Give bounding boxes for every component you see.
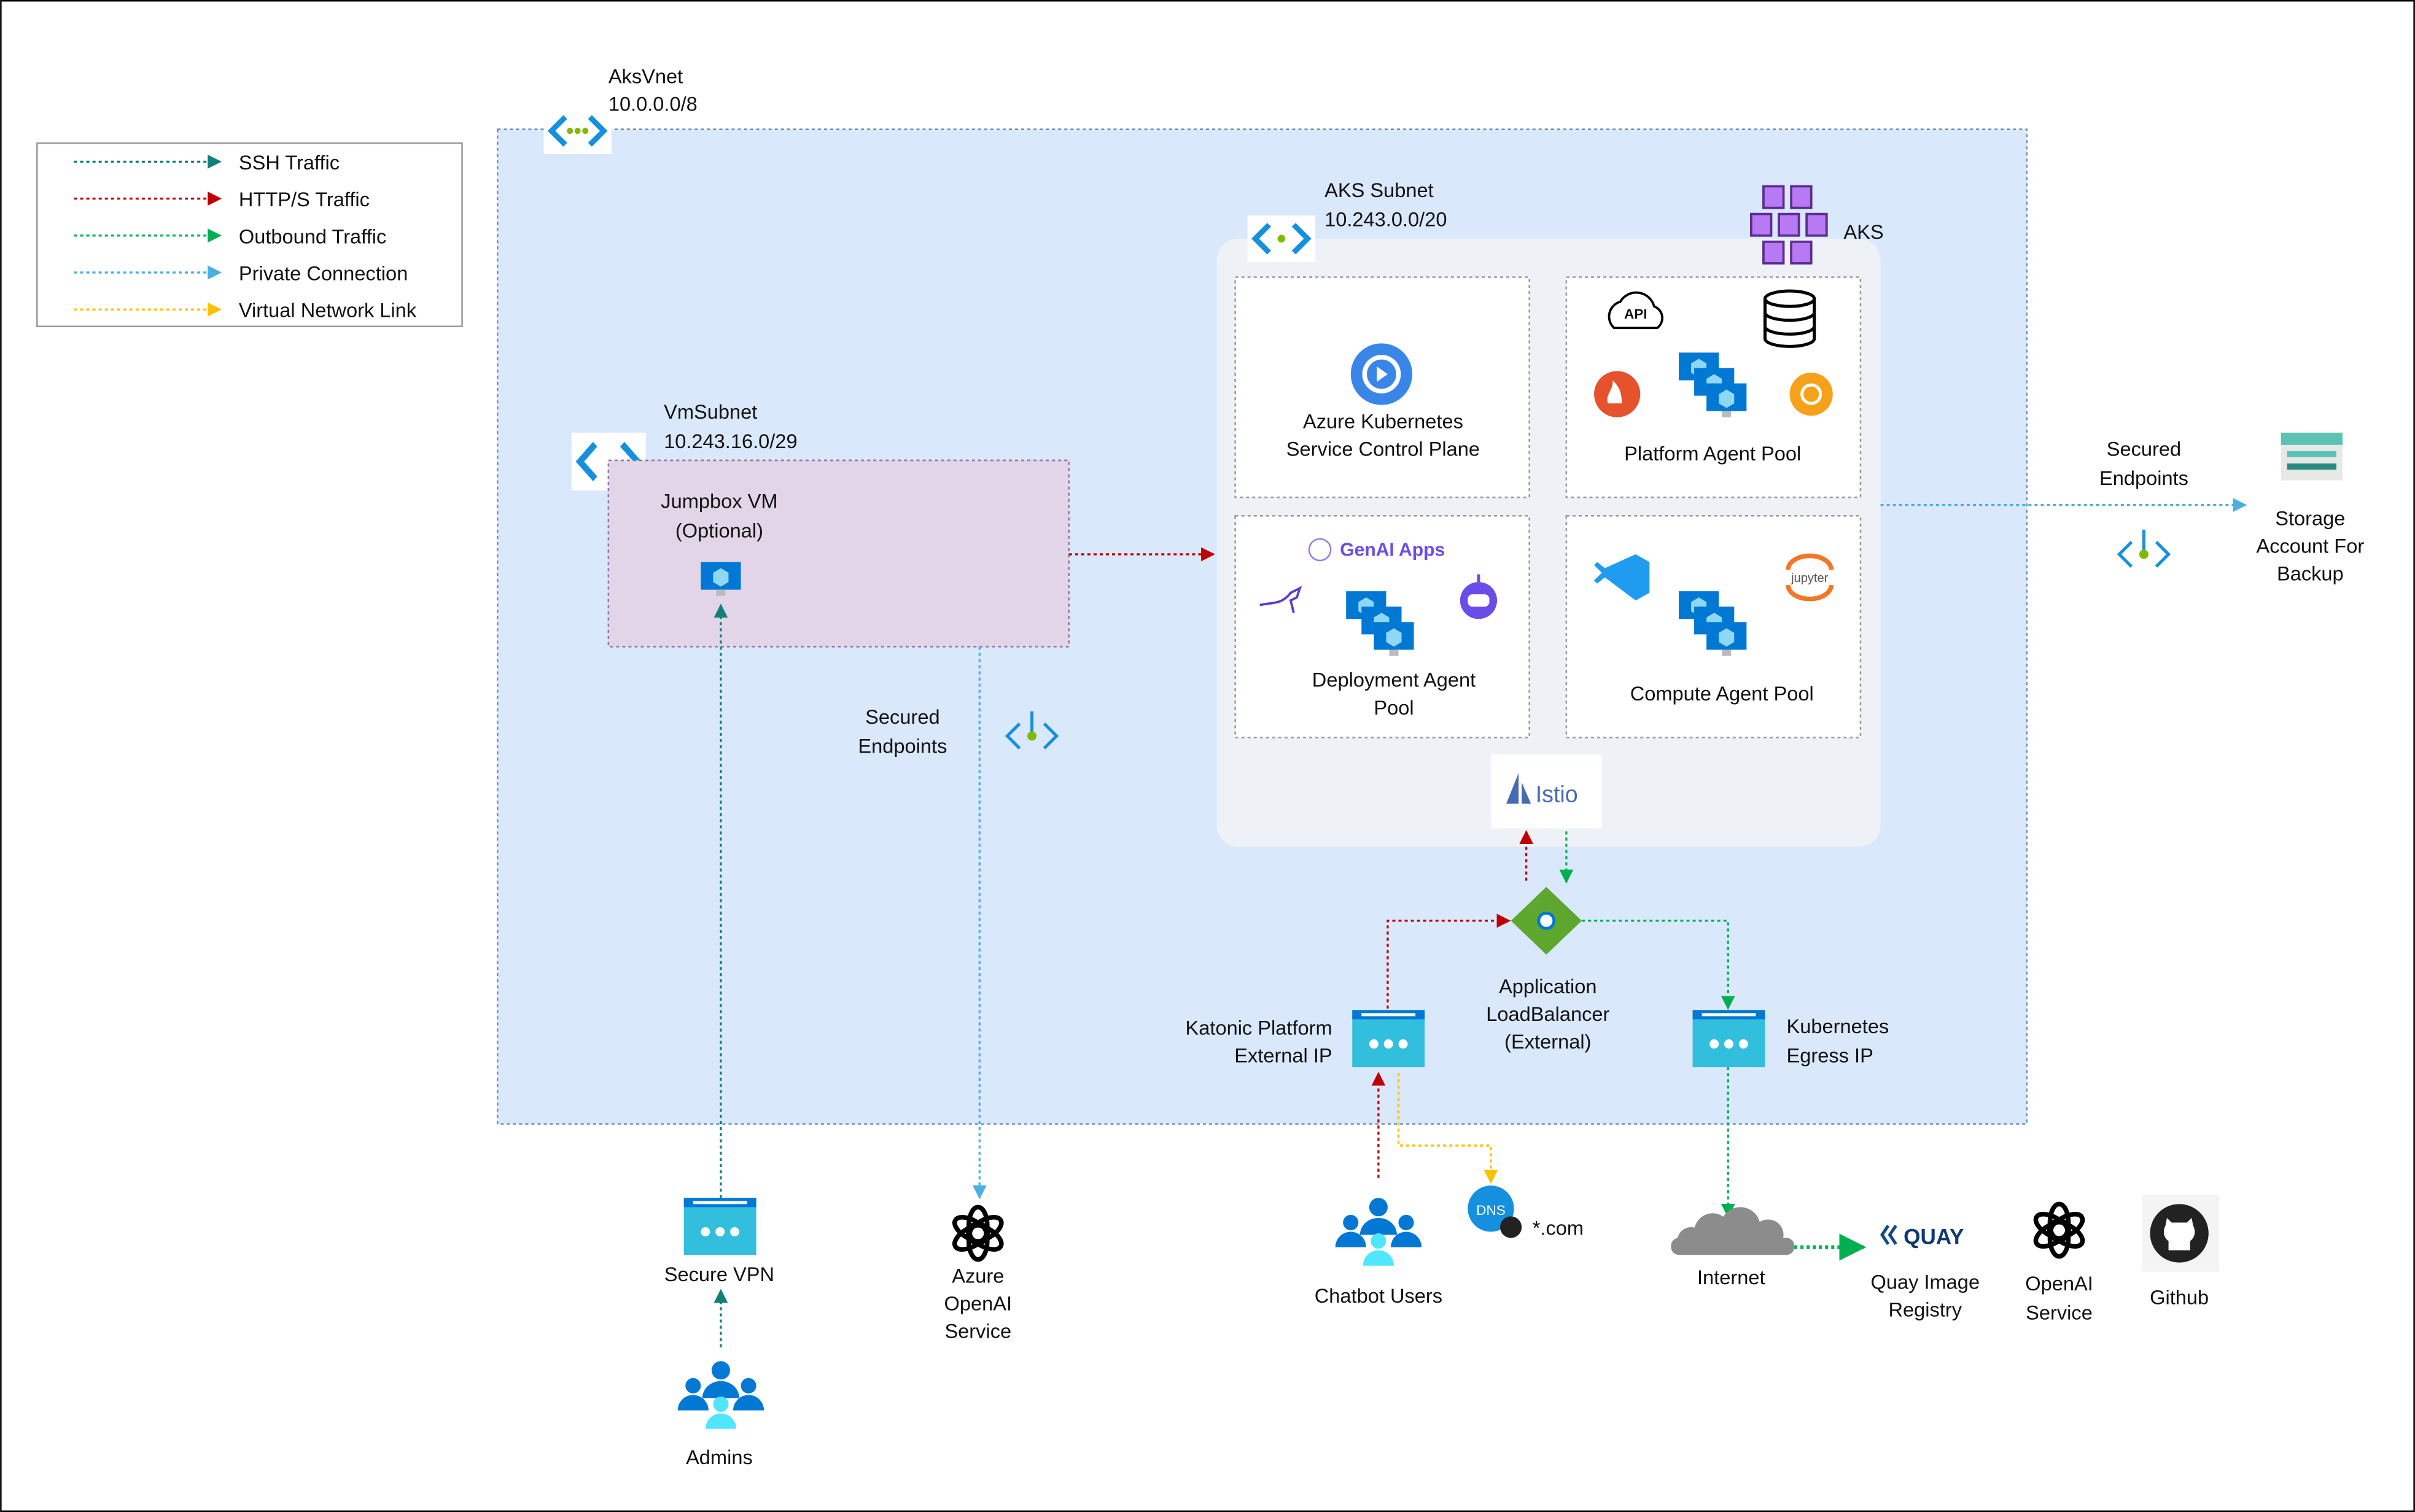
kubernetes-control-plane-icon bbox=[1350, 343, 1413, 405]
svg-text:jupyter: jupyter bbox=[1791, 572, 1828, 585]
control-plane-label-1: Azure Kubernetes bbox=[1303, 409, 1463, 432]
storage-account-icon bbox=[2281, 432, 2343, 481]
genai-apps-label: GenAI Apps bbox=[1340, 540, 1445, 560]
internet-label: Internet bbox=[1697, 1266, 1765, 1289]
svg-text:API: API bbox=[1624, 306, 1647, 322]
storage-label-3: Backup bbox=[2277, 562, 2344, 585]
jumpbox-label-2: (Optional) bbox=[675, 519, 763, 541]
secured-endpoints-label-2: Endpoints bbox=[858, 734, 947, 757]
legend-label: SSH Traffic bbox=[239, 151, 340, 174]
deployment-agent-pool-label-1: Deployment Agent bbox=[1312, 669, 1476, 691]
compute-agent-pool-label: Compute Agent Pool bbox=[1630, 682, 1814, 705]
vnet-name: AksVnet bbox=[609, 64, 683, 87]
svg-text:DNS: DNS bbox=[1476, 1203, 1506, 1218]
egress-ip-icon bbox=[1692, 1010, 1765, 1068]
istio-label: Istio bbox=[1536, 781, 1578, 807]
lb-label-1: Application bbox=[1499, 975, 1596, 998]
prometheus-icon bbox=[1594, 371, 1641, 417]
lb-label-2: LoadBalancer bbox=[1486, 1002, 1609, 1025]
legend-label: Virtual Network Link bbox=[239, 299, 417, 322]
lb-label-3: (External) bbox=[1504, 1030, 1591, 1053]
control-plane-label-2: Service Control Plane bbox=[1286, 437, 1480, 460]
storage-label-1: Storage bbox=[2275, 506, 2345, 529]
github-label: Github bbox=[2150, 1285, 2209, 1308]
secure-vpn-icon bbox=[683, 1198, 756, 1255]
subnet-icon bbox=[1248, 215, 1315, 262]
legend-label: Outbound Traffic bbox=[239, 225, 386, 247]
legend-label: Private Connection bbox=[239, 262, 408, 284]
svg-text:QUAY: QUAY bbox=[1904, 1225, 1964, 1249]
aks-subnet-cidr: 10.243.0.0/20 bbox=[1324, 208, 1447, 231]
github-icon bbox=[2142, 1195, 2220, 1272]
deployment-agent-pool-label-2: Pool bbox=[1374, 696, 1414, 719]
openai-label-1: OpenAI bbox=[2025, 1272, 2093, 1295]
legend: SSH Traffic HTTP/S Traffic Outbound Traffi… bbox=[36, 142, 463, 327]
chatbot-users-label: Chatbot Users bbox=[1315, 1284, 1442, 1307]
dns-domain-label: *.com bbox=[1533, 1217, 1584, 1239]
azure-openai-label-3: Service bbox=[944, 1320, 1011, 1343]
database-icon bbox=[1763, 289, 1816, 348]
quay-label-2: Registry bbox=[1889, 1298, 1962, 1320]
vm-subnet-cidr: 10.243.16.0/29 bbox=[664, 430, 798, 452]
vnet-cidr: 10.0.0.0/8 bbox=[609, 93, 698, 115]
admins-label: Admins bbox=[686, 1446, 753, 1468]
aks-subnet-name: AKS Subnet bbox=[1324, 179, 1434, 201]
azure-openai-label-2: OpenAI bbox=[944, 1292, 1013, 1314]
architecture-diagram: SSH Traffic HTTP/S Traffic Outbound Traffi… bbox=[0, 0, 2415, 1512]
openai-label-2: Service bbox=[2026, 1301, 2093, 1324]
platform-agent-pool-label: Platform Agent Pool bbox=[1624, 442, 1801, 465]
secured-endpoints-label-1: Secured bbox=[865, 705, 939, 728]
vm-subnet-name: VmSubnet bbox=[664, 400, 757, 423]
grafana-icon bbox=[1789, 372, 1833, 416]
storage-label-2: Account For bbox=[2256, 534, 2364, 557]
katonic-ip-label-1: Katonic Platform bbox=[1186, 1016, 1332, 1039]
vnet-icon bbox=[543, 108, 611, 154]
azure-openai-label-1: Azure bbox=[952, 1264, 1004, 1287]
secure-vpn-label: Secure VPN bbox=[664, 1263, 774, 1285]
aks-label: AKS bbox=[1843, 220, 1883, 243]
storage-secured-endpoints-label-2: Endpoints bbox=[2099, 467, 2188, 489]
jumpbox-label-1: Jumpbox VM bbox=[661, 490, 777, 513]
jumpbox-vm bbox=[607, 459, 1070, 648]
katonic-public-ip-icon bbox=[1352, 1010, 1425, 1068]
quay-label-1: Quay Image bbox=[1871, 1270, 1980, 1293]
katonic-ip-label-2: External IP bbox=[1234, 1044, 1332, 1067]
legend-label: HTTP/S Traffic bbox=[239, 188, 370, 211]
storage-secured-endpoints-label-1: Secured bbox=[2107, 437, 2181, 460]
egress-ip-label-2: Egress IP bbox=[1787, 1044, 1873, 1067]
egress-ip-label-1: Kubernetes bbox=[1787, 1015, 1889, 1037]
